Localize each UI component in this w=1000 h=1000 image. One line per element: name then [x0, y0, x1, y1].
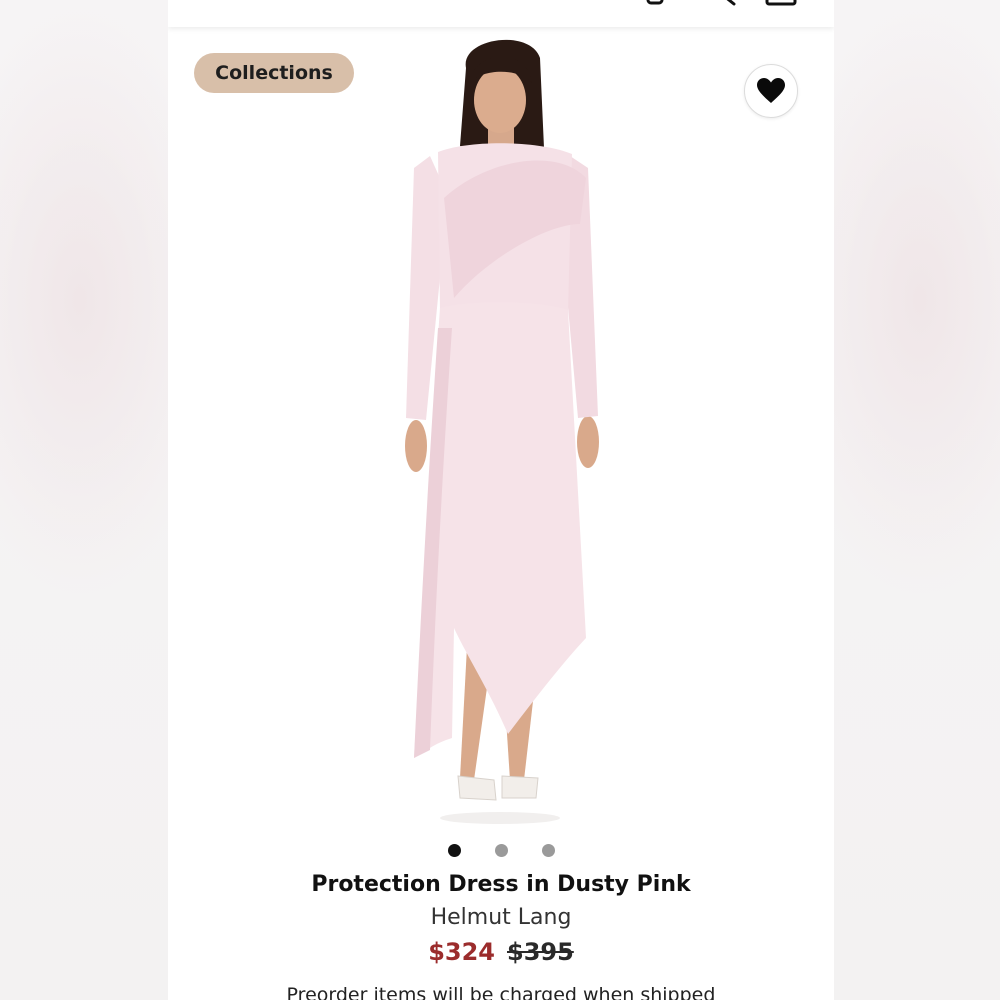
collections-badge[interactable]: Collections — [194, 53, 354, 93]
sale-price: $324 — [428, 938, 495, 966]
favorite-button[interactable] — [744, 64, 798, 118]
product-brand[interactable]: Helmut Lang — [168, 905, 834, 930]
pagination-dot[interactable] — [494, 844, 508, 857]
pagination-dot-active[interactable] — [447, 844, 461, 857]
search-icon[interactable] — [710, 0, 740, 6]
image-pagination — [168, 842, 834, 857]
bag-icon[interactable] — [764, 0, 797, 6]
heart-icon — [757, 78, 785, 103]
price-row: $324 $395 — [168, 938, 834, 966]
top-nav-bar — [168, 0, 834, 27]
product-photo[interactable] — [168, 28, 834, 828]
product-title: Protection Dress in Dusty Pink — [311, 872, 691, 897]
pagination-dot[interactable] — [541, 844, 555, 857]
original-price: $395 — [507, 938, 574, 966]
account-icon[interactable] — [642, 0, 672, 6]
product-screen: Collections Protection Dress in Dusty Pi… — [168, 0, 834, 1000]
preorder-note: Preorder items will be charged when ship… — [286, 984, 716, 1000]
